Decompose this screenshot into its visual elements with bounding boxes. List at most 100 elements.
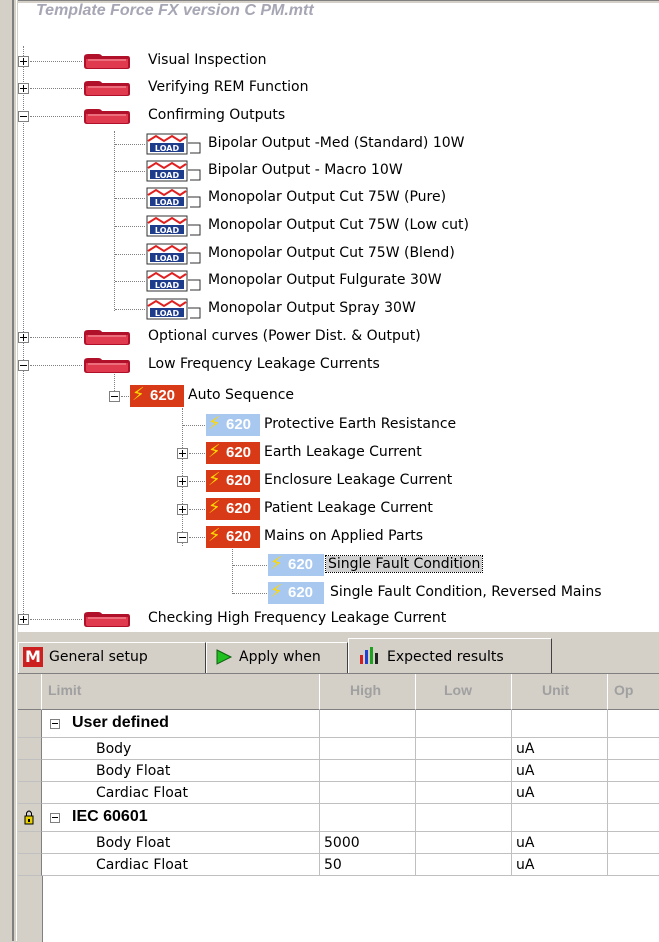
- cell-high[interactable]: [320, 782, 416, 804]
- load-icon: [146, 187, 202, 209]
- tree-node-label: Monopolar Output Fulgurate 30W: [208, 272, 442, 288]
- lightning-620-icon: ⚡ 620: [268, 581, 324, 604]
- cell-high[interactable]: 50: [320, 854, 416, 876]
- column-header-op[interactable]: Op: [608, 674, 659, 710]
- tree-node-single-fault-condition[interactable]: ⚡ 620 Single Fault Condition: [18, 553, 659, 577]
- lightning-620-icon: ⚡ 620: [206, 469, 260, 492]
- row-indicator-header: [18, 674, 42, 710]
- cell-low[interactable]: [416, 854, 512, 876]
- expected-results-grid[interactable]: Limit High Low Unit Op User defined Body…: [18, 673, 659, 942]
- load-icon: [146, 133, 202, 155]
- folder-icon: [82, 51, 132, 71]
- cell-unit[interactable]: uA: [512, 738, 608, 760]
- expand-toggle[interactable]: [177, 448, 188, 459]
- lightning-620-icon: ⚡ 620: [206, 441, 260, 464]
- tree-node-bipolar-med[interactable]: Bipolar Output -Med (Standard) 10W: [18, 132, 659, 156]
- tab-label: Apply when: [239, 649, 321, 665]
- table-row[interactable]: Cardiac Float: [42, 782, 320, 804]
- cell-unit[interactable]: uA: [512, 854, 608, 876]
- tree-node-label: Enclosure Leakage Current: [264, 472, 453, 488]
- test-tree-panel[interactable]: Template Force FX version C PM.mtt Visua…: [18, 0, 659, 632]
- collapse-toggle[interactable]: [18, 360, 29, 371]
- cell-low[interactable]: [416, 760, 512, 782]
- tab-expected-results[interactable]: Expected results: [348, 638, 552, 674]
- tree-node-single-fault-reversed[interactable]: ⚡ 620 Single Fault Condition, Reversed M…: [18, 581, 659, 605]
- tree-node-label: Low Frequency Leakage Currents: [148, 356, 380, 372]
- tree-node-label: Single Fault Condition, Reversed Mains: [330, 584, 602, 600]
- group-row-user-defined[interactable]: User defined: [42, 710, 320, 738]
- tree-node-monopolar-fulgurate[interactable]: Monopolar Output Fulgurate 30W: [18, 269, 659, 293]
- cell-high[interactable]: 5000: [320, 832, 416, 854]
- tree-node-label: Monopolar Output Cut 75W (Pure): [208, 189, 447, 205]
- expand-toggle[interactable]: [18, 614, 29, 625]
- tree-node-label: Bipolar Output - Macro 10W: [208, 162, 403, 178]
- tree-node-monopolar-blend[interactable]: Monopolar Output Cut 75W (Blend): [18, 242, 659, 266]
- table-row[interactable]: Body Float: [42, 832, 320, 854]
- column-header-low[interactable]: Low: [416, 674, 512, 710]
- table-row[interactable]: Cardiac Float: [42, 854, 320, 876]
- collapse-toggle[interactable]: [50, 719, 60, 729]
- cell-high[interactable]: [320, 738, 416, 760]
- tree-node-earth-leakage[interactable]: ⚡ 620 Earth Leakage Current: [18, 441, 659, 465]
- tree-node-auto-sequence[interactable]: ⚡ 620 Auto Sequence: [18, 384, 659, 408]
- tab-apply-when[interactable]: Apply when: [206, 642, 348, 673]
- load-icon: [146, 270, 202, 292]
- expand-toggle[interactable]: [18, 332, 29, 343]
- cell-low[interactable]: [416, 738, 512, 760]
- load-icon: [146, 298, 202, 320]
- tree-node-protective-earth[interactable]: ⚡ 620 Protective Earth Resistance: [18, 413, 659, 437]
- tree-node-label: Optional curves (Power Dist. & Output): [148, 328, 421, 344]
- tree-node-monopolar-lowcut[interactable]: Monopolar Output Cut 75W (Low cut): [18, 214, 659, 238]
- cell-unit[interactable]: uA: [512, 832, 608, 854]
- table-row[interactable]: Body: [42, 738, 320, 760]
- column-header-high[interactable]: High: [320, 674, 416, 710]
- tree-node-enclosure-leakage[interactable]: ⚡ 620 Enclosure Leakage Current: [18, 469, 659, 493]
- tree-node-monopolar-pure[interactable]: Monopolar Output Cut 75W (Pure): [18, 186, 659, 210]
- lightning-620-icon: ⚡ 620: [206, 525, 260, 548]
- tree-node-label: Earth Leakage Current: [264, 444, 422, 460]
- folder-icon: [82, 327, 132, 347]
- tree-node-label: Monopolar Output Cut 75W (Low cut): [208, 217, 469, 233]
- general-setup-icon: M: [23, 647, 43, 667]
- tree-node-confirming-outputs[interactable]: Confirming Outputs: [18, 104, 659, 128]
- load-icon: [146, 160, 202, 182]
- folder-icon: [82, 78, 132, 98]
- tree-node-visual-inspection[interactable]: Visual Inspection: [18, 49, 659, 73]
- expand-toggle[interactable]: [18, 83, 29, 94]
- collapse-toggle[interactable]: [50, 813, 60, 823]
- tree-node-label-selected: Single Fault Condition: [324, 555, 484, 573]
- collapse-toggle[interactable]: [18, 111, 29, 122]
- collapse-toggle[interactable]: [109, 391, 120, 402]
- tree-node-bipolar-macro[interactable]: Bipolar Output - Macro 10W: [18, 159, 659, 183]
- property-tabs: M General setup Apply when Expected resu…: [18, 631, 659, 674]
- play-arrow-icon: [216, 649, 233, 665]
- tree-node-optional-curves[interactable]: Optional curves (Power Dist. & Output): [18, 325, 659, 349]
- bar-chart-icon: [360, 647, 378, 664]
- cell-unit[interactable]: uA: [512, 782, 608, 804]
- tree-node-label: Monopolar Output Cut 75W (Blend): [208, 245, 455, 261]
- expand-toggle[interactable]: [177, 504, 188, 515]
- collapse-toggle[interactable]: [177, 532, 188, 543]
- tree-node-low-frequency-leakage[interactable]: Low Frequency Leakage Currents: [18, 353, 659, 377]
- tab-label: Expected results: [387, 649, 504, 665]
- tab-general-setup[interactable]: M General setup: [18, 642, 206, 673]
- table-row[interactable]: Body Float: [42, 760, 320, 782]
- expand-toggle[interactable]: [177, 476, 188, 487]
- tree-node-patient-leakage[interactable]: ⚡ 620 Patient Leakage Current: [18, 497, 659, 521]
- cell-high[interactable]: [320, 760, 416, 782]
- cell-unit[interactable]: uA: [512, 760, 608, 782]
- lightning-620-icon: ⚡ 620: [130, 384, 184, 407]
- tree-node-label: Monopolar Output Spray 30W: [208, 300, 416, 316]
- column-header-unit[interactable]: Unit: [512, 674, 608, 710]
- column-header-limit[interactable]: Limit: [42, 674, 320, 710]
- tree-node-high-frequency-leakage[interactable]: Checking High Frequency Leakage Current: [18, 607, 659, 631]
- tree-node-mains-applied-parts[interactable]: ⚡ 620 Mains on Applied Parts: [18, 525, 659, 549]
- tree-node-verifying-rem[interactable]: Verifying REM Function: [18, 76, 659, 100]
- tree-node-monopolar-spray[interactable]: Monopolar Output Spray 30W: [18, 297, 659, 321]
- cell-low[interactable]: [416, 782, 512, 804]
- group-row-iec-60601[interactable]: IEC 60601: [42, 804, 320, 832]
- cell-low[interactable]: [416, 832, 512, 854]
- expand-toggle[interactable]: [18, 56, 29, 67]
- load-icon: [146, 215, 202, 237]
- tree-node-label: Verifying REM Function: [148, 79, 309, 95]
